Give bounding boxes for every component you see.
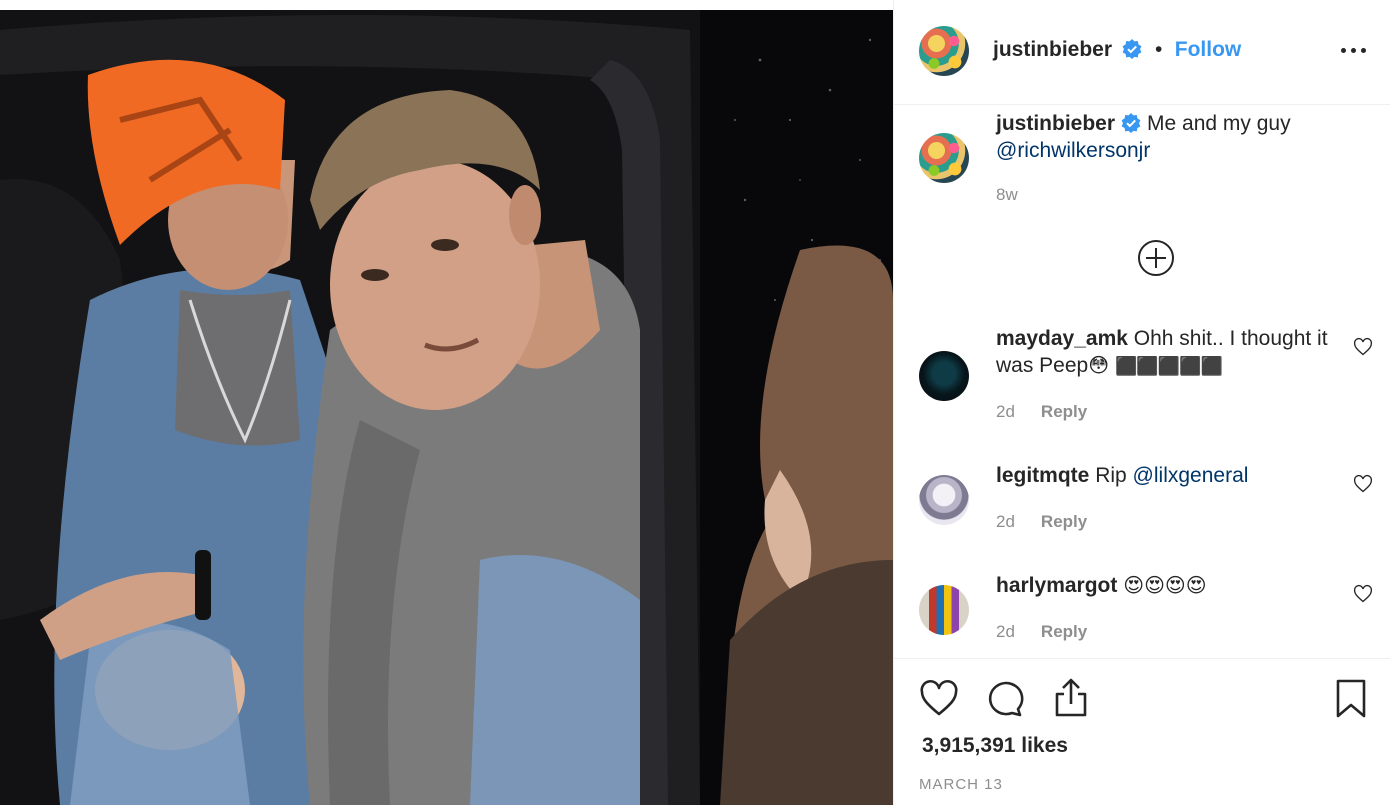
likes-count[interactable]: 3,915,391 likes <box>922 734 1068 758</box>
comment-item: harlymargot 😍😍😍😍 <box>996 572 1341 600</box>
comment-username[interactable]: mayday_amk <box>996 327 1128 350</box>
comment-age: 2d <box>996 512 1015 531</box>
comment-username[interactable]: legitmqte <box>996 464 1089 487</box>
flushed-emoji: 😳 <box>1088 355 1110 377</box>
comment-like-heart-icon[interactable] <box>1353 474 1373 494</box>
author-avatar[interactable] <box>919 26 969 76</box>
verified-badge-icon <box>1123 39 1142 59</box>
black-squares-emoji: ⬛⬛⬛⬛⬛ <box>1114 356 1223 377</box>
reply-button[interactable]: Reply <box>1041 402 1087 421</box>
post-header: justinbieber • Follow <box>894 0 1390 105</box>
comment-meta: 2d Reply <box>996 512 1087 532</box>
caption-age: 8w <box>996 185 1018 204</box>
heart-eyes-emoji: 😍😍😍😍 <box>1123 575 1207 597</box>
caption-username[interactable]: justinbieber <box>996 112 1115 135</box>
comment-avatar[interactable] <box>919 585 969 635</box>
comment-like-heart-icon[interactable] <box>1353 337 1373 357</box>
more-horizontal-icon[interactable] <box>1339 38 1369 62</box>
comment-meta: 2d Reply <box>996 622 1087 642</box>
comment-avatar[interactable] <box>919 351 969 401</box>
comment-like-heart-icon[interactable] <box>1353 584 1373 604</box>
comment-item: legitmqte Rip @lilxgeneral <box>996 462 1341 489</box>
author-username[interactable]: justinbieber <box>993 38 1112 61</box>
caption-meta: 8w <box>996 185 1018 205</box>
caption: justinbieber Me and my guy @richwilkerso… <box>996 110 1356 164</box>
photo-top-margin <box>0 0 893 10</box>
share-icon[interactable] <box>1051 678 1091 718</box>
comment-mention[interactable]: @lilxgeneral <box>1133 464 1249 487</box>
verified-badge-icon <box>1121 113 1141 133</box>
caption-mention[interactable]: @richwilkersonjr <box>996 139 1150 162</box>
post-photo-image <box>0 0 893 805</box>
caption-avatar[interactable] <box>919 133 969 183</box>
comment-meta: 2d Reply <box>996 402 1087 422</box>
comment-text: Rip <box>1095 464 1127 487</box>
plus-circle-icon[interactable] <box>1137 239 1175 277</box>
follow-button[interactable]: Follow <box>1175 38 1242 61</box>
reply-button[interactable]: Reply <box>1041 512 1087 531</box>
comments-list[interactable]: justinbieber Me and my guy @richwilkerso… <box>894 105 1390 658</box>
comment-bubble-icon[interactable] <box>985 679 1025 719</box>
post-photo[interactable] <box>0 0 893 805</box>
reply-button[interactable]: Reply <box>1041 622 1087 641</box>
post-date: MARCH 13 <box>919 776 1003 793</box>
comment-age: 2d <box>996 622 1015 641</box>
author-line: justinbieber • Follow <box>993 38 1241 62</box>
comment-item: mayday_amk Ohh shit.. I thought it was P… <box>996 325 1341 380</box>
post-sidebar: justinbieber • Follow justinbieber Me an… <box>893 0 1390 805</box>
bookmark-icon[interactable] <box>1335 679 1367 719</box>
heart-icon[interactable] <box>919 679 959 719</box>
comment-age: 2d <box>996 402 1015 421</box>
header-separator: • <box>1154 38 1163 61</box>
caption-text: Me and my guy <box>1147 112 1291 135</box>
comment-username[interactable]: harlymargot <box>996 574 1117 597</box>
comment-avatar[interactable] <box>919 475 969 525</box>
